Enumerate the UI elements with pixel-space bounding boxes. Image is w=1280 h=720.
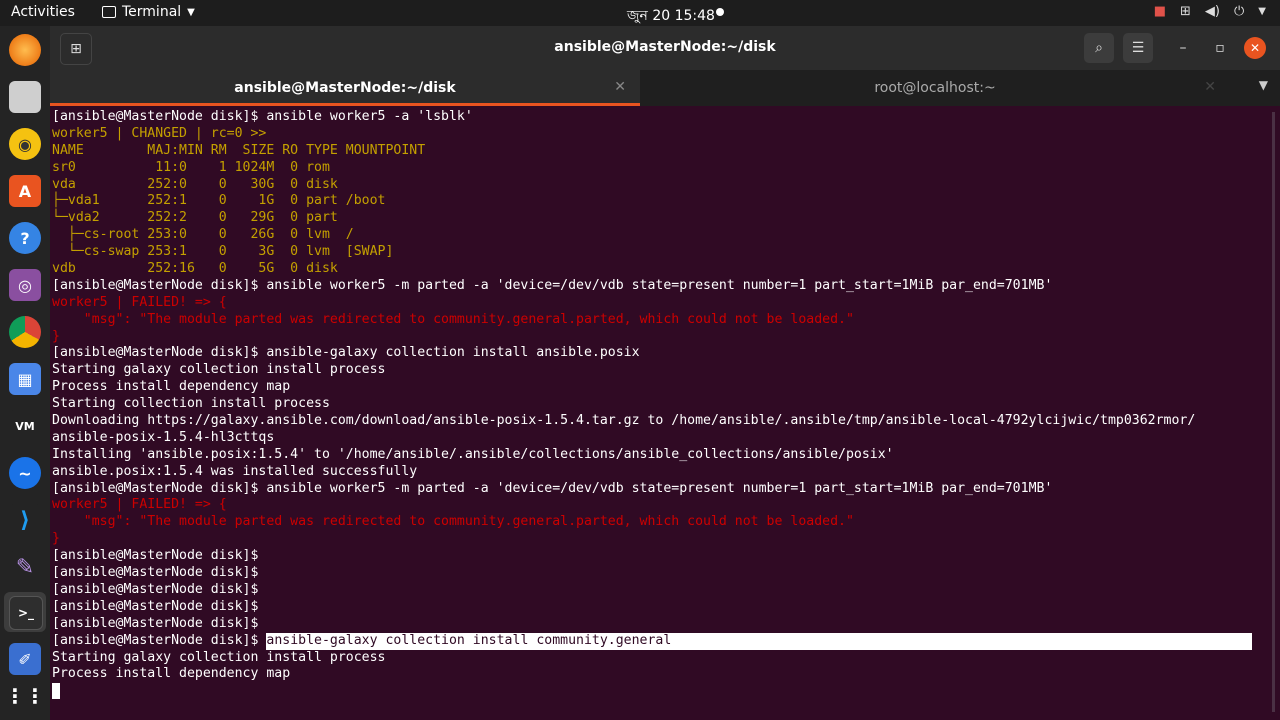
terminal-line: "msg": "The module parted was redirected…	[52, 514, 854, 530]
notification-dot-icon	[716, 8, 724, 16]
terminal-line: }	[52, 531, 60, 547]
selected-command[interactable]: ansible-galaxy collection install commun…	[266, 632, 1253, 650]
terminal-line: worker5 | CHANGED | rc=0 >>	[52, 125, 267, 141]
terminal-scrollbar[interactable]	[1272, 112, 1275, 712]
terminal-line: Starting collection install process	[52, 396, 330, 412]
maximize-button[interactable]: ▫	[1205, 33, 1235, 63]
terminal-line: [ansible@MasterNode disk]$	[52, 565, 259, 581]
terminal-line: [ansible@MasterNode disk]$	[52, 615, 259, 631]
close-tab-icon[interactable]: ✕	[614, 79, 626, 95]
tab-root-localhost[interactable]: root@localhost:~ ✕	[640, 70, 1230, 106]
terminal-line: worker5 | FAILED! => {	[52, 497, 227, 513]
clock[interactable]: জুন 20 15:48	[627, 4, 715, 28]
feather-icon[interactable]: ✎	[9, 551, 41, 583]
terminal-line: ├─cs-root 253:0 0 26G 0 lvm /	[52, 227, 354, 243]
terminal-line: Process install dependency map	[52, 379, 291, 395]
vmware-icon[interactable]: VM	[9, 410, 41, 442]
terminal-output[interactable]: [ansible@MasterNode disk]$ ansible worke…	[52, 109, 1266, 720]
terminal-line: ansible.posix:1.5.4 was installed succes…	[52, 463, 418, 479]
tab-label: root@localhost:~	[874, 80, 996, 96]
menu-button[interactable]: ☰	[1123, 33, 1153, 63]
volume-icon[interactable]: ◀)	[1205, 4, 1220, 19]
close-tab-icon[interactable]: ✕	[1204, 79, 1216, 95]
tab-ansible-masternode[interactable]: ansible@MasterNode:~/disk ✕	[50, 70, 640, 106]
network-icon[interactable]: ⊞	[1180, 4, 1191, 19]
prompt: [ansible@MasterNode disk]$	[52, 632, 267, 648]
terminal-line: Downloading https://galaxy.ansible.com/d…	[52, 413, 1196, 429]
terminal-line: [ansible@MasterNode disk]$	[52, 581, 259, 597]
terminal-line: Starting galaxy collection install proce…	[52, 362, 386, 378]
caret-down-icon[interactable]: ▼	[1258, 6, 1266, 17]
terminal-line-selected: [ansible@MasterNode disk]$ ansible-galax…	[52, 632, 1266, 650]
tab-label: ansible@MasterNode:~/disk	[234, 80, 456, 96]
terminal-line: [ansible@MasterNode disk]$ ansible worke…	[52, 109, 473, 124]
activities-button[interactable]: Activities	[11, 4, 75, 20]
help-icon[interactable]: ?	[9, 222, 41, 254]
tab-list-chevron-down-icon[interactable]: ▼	[1259, 78, 1268, 92]
terminal-line: vdb 252:16 0 5G 0 disk	[52, 261, 338, 277]
terminal-line: Installing 'ansible.posix:1.5.4' to '/ho…	[52, 446, 894, 462]
terminal-line: [ansible@MasterNode disk]$	[52, 598, 259, 614]
app-menu[interactable]: Terminal ▼	[102, 4, 195, 20]
firefox-icon[interactable]	[9, 34, 41, 66]
terminal-line: [ansible@MasterNode disk]$	[52, 548, 259, 564]
terminal-line: sr0 11:0 1 1024M 0 rom	[52, 159, 330, 175]
screen-record-icon[interactable]: ■	[1154, 4, 1166, 19]
window-headerbar: ⊞ ansible@MasterNode:~/disk ⌕ ☰ – ▫ ✕	[50, 26, 1280, 70]
terminal-cursor	[52, 683, 60, 699]
tab-bar: ansible@MasterNode:~/disk ✕ root@localho…	[50, 70, 1280, 106]
terminal-line: worker5 | FAILED! => {	[52, 294, 227, 310]
files-icon[interactable]	[9, 81, 41, 113]
caret-down-icon: ▼	[187, 6, 195, 18]
minimize-button[interactable]: –	[1168, 33, 1198, 63]
active-tab-indicator	[50, 103, 640, 106]
terminal-line: }	[52, 328, 60, 344]
terminal-line: NAME MAJ:MIN RM SIZE RO TYPE MOUNTPOINT	[52, 142, 426, 158]
terminal-line: [ansible@MasterNode disk]$ ansible worke…	[52, 277, 1053, 293]
screenshot-icon[interactable]: ◎	[9, 269, 41, 301]
terminal-line: [ansible@MasterNode disk]$ ansible worke…	[52, 480, 1053, 496]
close-button[interactable]: ✕	[1244, 37, 1266, 59]
app-menu-label: Terminal	[122, 4, 182, 20]
terminal-line: ├─vda1 252:1 0 1G 0 part /boot	[52, 193, 386, 209]
top-bar: Activities Terminal ▼ জুন 20 15:48 ■ ⊞ ◀…	[0, 0, 1280, 26]
terminal-icon[interactable]: >_	[9, 596, 43, 630]
show-apps-icon[interactable]: ⋮⋮	[5, 680, 45, 712]
thunderbird-icon[interactable]: ~	[9, 457, 41, 489]
power-icon[interactable]: ⏻	[1234, 4, 1244, 19]
terminal-line: Starting galaxy collection install proce…	[52, 649, 386, 665]
terminal-line: ansible-posix-1.5.4-hl3cttqs	[52, 429, 275, 445]
text-editor-icon[interactable]: ✐	[9, 643, 41, 675]
search-button[interactable]: ⌕	[1084, 33, 1114, 63]
system-tray[interactable]: ■ ⊞ ◀) ⏻ ▼	[1154, 4, 1266, 19]
terminal-line: "msg": "The module parted was redirected…	[52, 311, 854, 327]
vscode-icon[interactable]: ⟩	[9, 504, 41, 536]
terminal-line: [ansible@MasterNode disk]$ ansible-galax…	[52, 345, 640, 361]
terminal-icon	[102, 6, 116, 18]
rhythmbox-icon[interactable]: ◉	[9, 128, 41, 160]
chrome-icon[interactable]	[9, 316, 41, 348]
software-center-icon[interactable]: A	[9, 175, 41, 207]
terminal-line: └─cs-swap 253:1 0 3G 0 lvm [SWAP]	[52, 244, 394, 260]
terminal-line: vda 252:0 0 30G 0 disk	[52, 176, 338, 192]
terminal-line: Process install dependency map	[52, 666, 291, 682]
dock: ◉ A ? ◎ ▦ VM ~ ⟩ ✎ >_ ✐ ⋮⋮	[0, 26, 50, 720]
drawing-icon[interactable]: ▦	[9, 363, 41, 395]
terminal-line: └─vda2 252:2 0 29G 0 part	[52, 210, 338, 226]
